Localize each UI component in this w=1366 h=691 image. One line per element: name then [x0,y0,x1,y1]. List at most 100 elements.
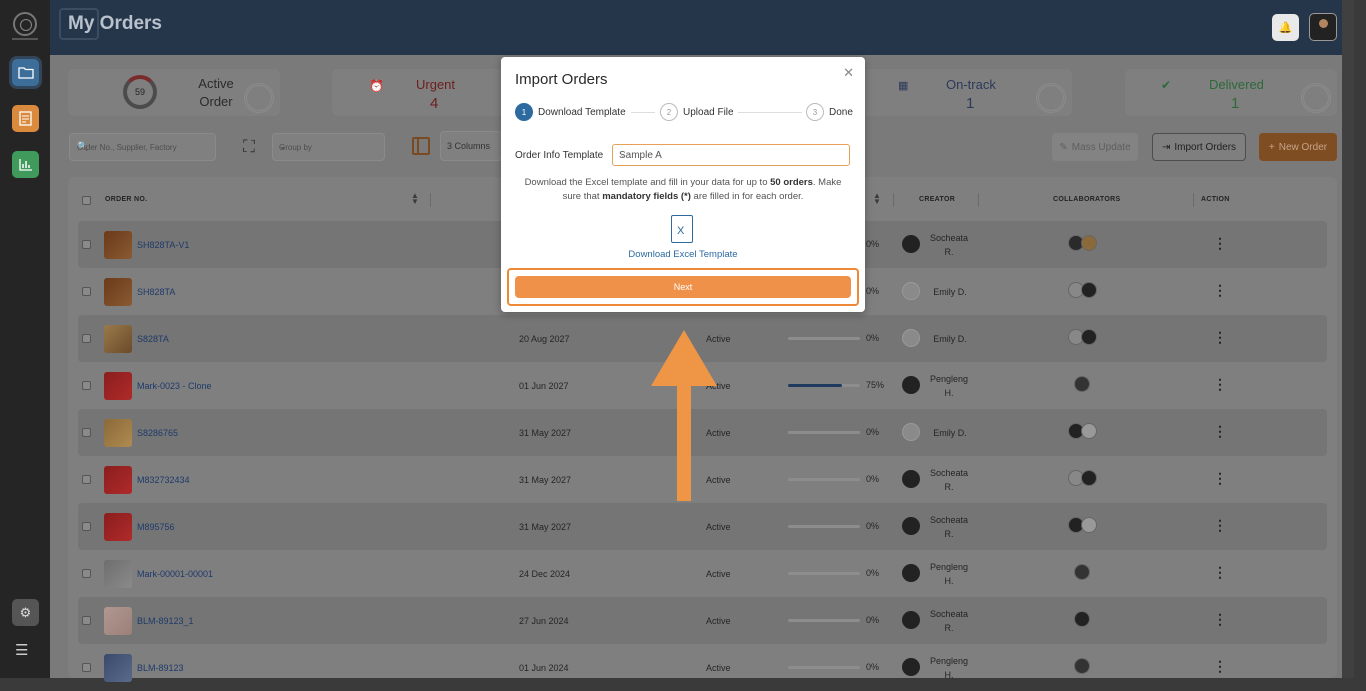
order-number-link[interactable]: SH828TA-V1 [137,240,189,250]
creator-name: Socheata R. [929,468,969,492]
product-thumbnail[interactable] [104,607,132,635]
collaborators-avatars[interactable] [1068,423,1118,441]
row-checkbox[interactable] [82,522,91,531]
close-icon[interactable]: ✕ [843,65,854,81]
row-actions-menu-icon[interactable]: ⋮ [1213,423,1227,440]
columns-layout-icon[interactable] [412,137,430,155]
order-limit-text: 50 orders [770,177,813,188]
row-checkbox[interactable] [82,663,91,672]
col-order-no[interactable]: ORDER NO. [105,196,147,203]
analytics-chart-icon[interactable] [12,151,39,178]
import-orders-button[interactable]: ⇥ Import Orders [1152,133,1246,161]
table-row[interactable]: Mark-00001-00001 24 Dec 2024 Active 0% Pengl… [78,550,1327,597]
row-actions-menu-icon[interactable]: ⋮ [1213,235,1227,252]
order-number-link[interactable]: BLM-89123_1 [137,616,194,626]
mass-update-button[interactable]: ✎ Mass Update [1052,133,1138,161]
order-info-template-select[interactable]: Sample A ⌄ [612,144,850,166]
table-row[interactable]: BLM-89123 01 Jun 2024 Active 0% Pengleng H. ⋮ [78,644,1327,691]
table-row[interactable]: BLM-89123_1 27 Jun 2024 Active 0% Socheata R… [78,597,1327,644]
col-collaborators[interactable]: COLLABORATORS [1053,196,1120,203]
row-checkbox[interactable] [82,334,91,343]
user-avatar[interactable] [1309,13,1337,41]
group-by-select[interactable]: Group by ⌄ [272,133,385,161]
progress-percent: 0% [866,662,880,672]
download-excel-template-link[interactable]: Download Excel Template [515,249,851,260]
row-checkbox[interactable] [82,287,91,296]
product-thumbnail[interactable] [104,278,132,306]
orders-folder-icon[interactable] [12,59,39,86]
collaborators-avatars[interactable] [1068,658,1118,676]
search-input[interactable]: Order No., Supplier, Factory 🔍 [69,133,216,161]
collaborators-avatars[interactable] [1068,564,1118,582]
order-number-link[interactable]: SH828TA [137,287,175,297]
row-checkbox[interactable] [82,569,91,578]
product-thumbnail[interactable] [104,325,132,353]
collaborators-avatars[interactable] [1068,376,1118,394]
product-thumbnail[interactable] [104,419,132,447]
row-actions-menu-icon[interactable]: ⋮ [1213,376,1227,393]
product-thumbnail[interactable] [104,231,132,259]
progress-bar [788,525,860,528]
settings-gear-icon[interactable]: ⚙ [12,599,39,626]
product-thumbnail[interactable] [104,466,132,494]
sort-icon[interactable]: ▲ ▼ [873,192,881,206]
row-checkbox[interactable] [82,616,91,625]
columns-select[interactable]: 3 Columns [440,131,502,161]
app-logo-icon [13,12,37,36]
order-number-link[interactable]: M832732434 [137,475,190,485]
row-actions-menu-icon[interactable]: ⋮ [1213,658,1227,675]
row-checkbox[interactable] [82,475,91,484]
row-checkbox[interactable] [82,381,91,390]
step-number: 1 [515,103,533,121]
order-number-link[interactable]: BLM-89123 [137,663,184,673]
order-number-link[interactable]: Mark-00001-00001 [137,569,213,579]
report-icon[interactable] [12,105,39,132]
urgent-card[interactable]: ⏰ Urgent 4 [332,69,512,116]
delivered-card[interactable]: ✔ Delivered 1 [1125,69,1337,116]
col-creator[interactable]: CREATOR [919,196,955,203]
import-icon: ⇥ [1161,141,1171,153]
order-number-link[interactable]: S8286765 [137,428,178,438]
page-scrollbar[interactable] [1342,0,1354,678]
new-order-button[interactable]: + New Order [1259,133,1337,161]
select-all-checkbox[interactable] [82,196,91,205]
column-divider [893,193,894,207]
progress-percent: 0% [866,615,880,625]
next-button[interactable]: Next [515,276,851,298]
product-thumbnail[interactable] [104,560,132,588]
collaborators-avatars[interactable] [1068,235,1118,253]
sort-icon[interactable]: ▲ ▼ [411,192,419,206]
row-actions-menu-icon[interactable]: ⋮ [1213,470,1227,487]
order-status: Active [706,475,731,485]
collaborators-avatars[interactable] [1068,611,1118,629]
row-checkbox[interactable] [82,428,91,437]
progress-bar [788,572,860,575]
hierarchy-icon[interactable]: ⛶ [243,137,255,157]
product-thumbnail[interactable] [104,513,132,541]
active-order-card[interactable]: 59 Active Order [68,69,280,116]
row-actions-menu-icon[interactable]: ⋮ [1213,611,1227,628]
urgent-count: 4 [430,95,439,112]
notification-bell-icon[interactable]: 🔔 [1272,14,1299,41]
page-title: My Orders [68,13,162,34]
excel-file-icon[interactable] [671,215,693,243]
ontrack-card[interactable]: ▦ On-track 1 [860,69,1072,116]
collaborators-avatars[interactable] [1068,329,1118,347]
order-number-link[interactable]: S828TA [137,334,169,344]
table-row[interactable]: M895756 31 May 2027 Active 0% Socheata R. ⋮ [78,503,1327,550]
collaborators-avatars[interactable] [1068,517,1118,535]
order-number-link[interactable]: Mark-0023 - Clone [137,381,212,391]
table-row[interactable]: M832732434 31 May 2027 Active 0% Socheata R.… [78,456,1327,503]
menu-collapse-icon[interactable]: ☰ [15,641,28,659]
row-actions-menu-icon[interactable]: ⋮ [1213,517,1227,534]
chevron-down-icon: ⌄ [619,149,627,159]
collaborators-avatars[interactable] [1068,470,1118,488]
row-actions-menu-icon[interactable]: ⋮ [1213,282,1227,299]
product-thumbnail[interactable] [104,372,132,400]
row-actions-menu-icon[interactable]: ⋮ [1213,329,1227,346]
order-number-link[interactable]: M895756 [137,522,175,532]
table-row[interactable]: S8286765 31 May 2027 Active 0% Emily D. ⋮ [78,409,1327,456]
row-actions-menu-icon[interactable]: ⋮ [1213,564,1227,581]
row-checkbox[interactable] [82,240,91,249]
collaborators-avatars[interactable] [1068,282,1118,300]
